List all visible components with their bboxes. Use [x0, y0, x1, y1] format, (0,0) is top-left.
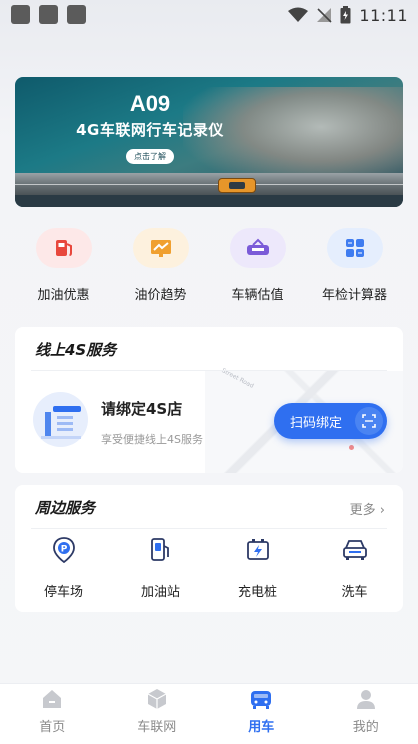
car-illustration	[218, 178, 256, 193]
tab-label: 我的	[352, 720, 379, 735]
quick-item-car-valuation[interactable]: 车辆估值	[209, 228, 306, 308]
learn-more-button[interactable]: 点击了解	[126, 149, 174, 164]
banner-subtitle: 4G车联网行车记录仪	[76, 121, 224, 139]
trend-chart-icon	[132, 228, 189, 268]
nearby-item-car-wash[interactable]: 洗车	[306, 537, 403, 607]
clock: 11:11	[359, 5, 408, 25]
scan-icon	[355, 407, 383, 435]
more-link[interactable]: 更多 ›	[350, 499, 385, 518]
tab-mine[interactable]: 我的	[314, 684, 418, 744]
charging-pile-icon	[245, 537, 271, 563]
scan-bind-label: 扫码绑定	[290, 415, 343, 431]
cube-icon	[147, 689, 167, 709]
tab-label: 车联网	[137, 720, 177, 735]
home-icon	[43, 690, 62, 708]
svg-text:P: P	[60, 545, 67, 555]
promo-banner[interactable]: A09 4G车联网行车记录仪 点击了解	[15, 77, 403, 207]
quick-item-inspection-calculator[interactable]: 年检计算器	[306, 228, 403, 308]
tab-connected-car[interactable]: 车联网	[105, 684, 210, 744]
more-label: 更多	[349, 503, 376, 518]
user-icon	[356, 690, 375, 709]
notification-icon	[11, 5, 30, 24]
car-icon	[251, 691, 272, 709]
quick-item-oil-trend[interactable]: 油价趋势	[112, 228, 209, 308]
quick-actions: 加油优惠 油价趋势 车辆估值 年检计算器	[15, 228, 403, 308]
card-title: 线上4S服务	[35, 341, 117, 359]
nearby-item-label: 充电桩	[237, 585, 277, 600]
nearby-services-card: 周边服务 更多 › P 停车场 加油站 充电桩 洗车	[15, 485, 403, 612]
car-value-icon	[229, 228, 286, 268]
status-bar: 11:11	[0, 0, 418, 30]
wifi-icon	[288, 7, 309, 22]
tab-use-car[interactable]: 用车	[209, 684, 314, 744]
tab-label: 用车	[248, 720, 275, 735]
bind-4s-title: 请绑定4S店	[101, 400, 183, 418]
tab-label: 首页	[39, 720, 66, 735]
battery-charging-icon	[340, 6, 351, 24]
nearby-item-parking[interactable]: P 停车场	[15, 537, 112, 607]
banner-title: A09	[129, 91, 171, 116]
service-4s-card: Street Road 线上4S服务 请绑定4S店 享受便捷线上4S服务 扫码绑…	[15, 327, 403, 473]
nearby-item-gas-station[interactable]: 加油站	[112, 537, 209, 607]
nearby-grid: P 停车场 加油站 充电桩 洗车	[15, 537, 403, 607]
chevron-right-icon: ›	[379, 503, 385, 518]
dealership-illustration-icon	[33, 392, 88, 447]
no-signal-icon	[317, 8, 332, 23]
parking-icon: P	[51, 537, 77, 563]
quick-item-label: 年检计算器	[321, 288, 387, 303]
map-marker	[349, 445, 354, 450]
notification-icon	[39, 5, 58, 24]
quick-item-fuel-discount[interactable]: 加油优惠	[15, 228, 112, 308]
bottom-tab-bar: 首页 车联网 用车 我的	[0, 683, 418, 744]
fuel-pump-icon	[35, 228, 92, 268]
car-wash-icon	[342, 537, 368, 563]
nearby-item-label: 洗车	[341, 585, 368, 600]
quick-item-label: 油价趋势	[134, 288, 187, 303]
tab-home[interactable]: 首页	[0, 684, 105, 744]
nearby-item-label: 停车场	[43, 585, 83, 600]
quick-item-label: 车辆估值	[231, 288, 284, 303]
nearby-item-charging[interactable]: 充电桩	[209, 537, 306, 607]
nearby-item-label: 加油站	[140, 585, 180, 600]
scan-bind-button[interactable]: 扫码绑定	[274, 403, 387, 439]
quick-item-label: 加油优惠	[37, 288, 90, 303]
gas-station-icon	[148, 537, 174, 563]
notification-icon	[67, 5, 86, 24]
calculator-icon	[326, 228, 383, 268]
bind-4s-description: 享受便捷线上4S服务	[101, 433, 203, 446]
card-title: 周边服务	[35, 499, 96, 517]
